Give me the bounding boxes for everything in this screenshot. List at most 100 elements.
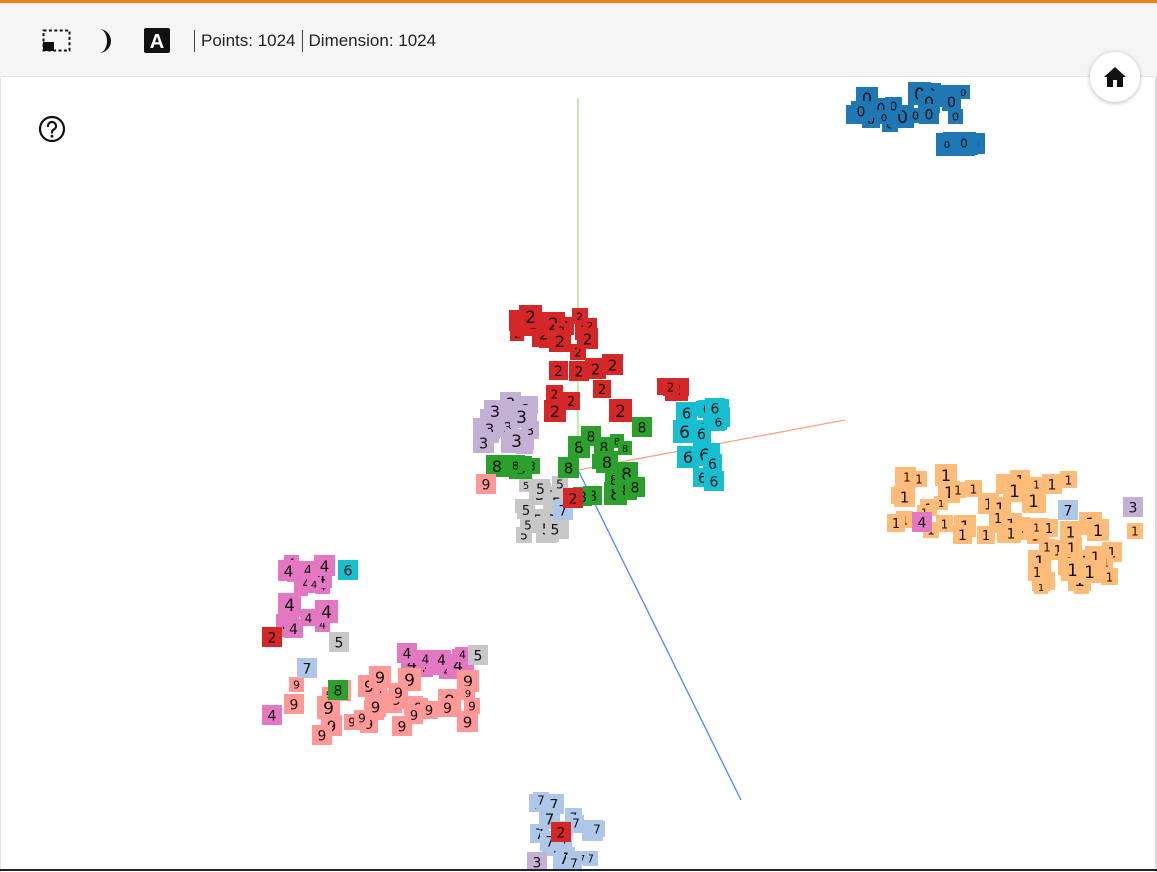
digit-point-2[interactable]: 2 <box>551 822 571 842</box>
digit-point-5[interactable]: 5 <box>531 479 550 498</box>
digit-point-1[interactable]: 1 <box>887 514 905 532</box>
digit-point-9[interactable]: 9 <box>461 686 475 700</box>
digit-point-8[interactable]: 8 <box>508 458 523 473</box>
digit-point-2[interactable]: 2 <box>563 488 583 508</box>
digit-point-6[interactable]: 6 <box>703 454 722 473</box>
digit-point-5[interactable]: 5 <box>329 632 349 652</box>
digit-point-3[interactable]: 3 <box>1123 497 1143 517</box>
digit-point-0[interactable]: 0 <box>940 137 954 151</box>
digit-point-2[interactable]: 2 <box>546 385 563 402</box>
digit-point-1[interactable]: 1 <box>899 469 915 485</box>
digit-point-9[interactable]: 9 <box>365 696 386 717</box>
digit-point-9[interactable]: 9 <box>312 725 332 745</box>
digit-point-2[interactable]: 2 <box>602 354 623 375</box>
digit-point-8[interactable]: 8 <box>625 477 645 497</box>
digit-point-6[interactable]: 6 <box>704 471 724 491</box>
digit-point-2[interactable]: 2 <box>262 627 282 647</box>
digit-point-4[interactable]: 4 <box>397 643 417 663</box>
digit-point-2[interactable]: 2 <box>549 330 571 352</box>
digit-point-3[interactable]: 3 <box>473 432 494 453</box>
digit-point-2[interactable]: 2 <box>577 328 598 349</box>
digit-point-0[interactable]: 0 <box>877 110 891 124</box>
digit-point-4[interactable]: 4 <box>417 650 434 667</box>
digit-point-4[interactable]: 4 <box>432 650 451 669</box>
digit-point-0[interactable]: 0 <box>942 92 961 111</box>
digit-point-7[interactable]: 7 <box>1058 500 1078 520</box>
digit-point-9[interactable]: 9 <box>464 698 480 714</box>
digit-point-9[interactable]: 9 <box>369 666 391 688</box>
digit-point-1[interactable]: 1 <box>1034 580 1048 594</box>
digit-point-4[interactable]: 4 <box>455 647 470 662</box>
digit-point-7[interactable]: 7 <box>566 855 582 869</box>
digit-point-1[interactable]: 1 <box>1087 519 1109 541</box>
digit-point-8[interactable]: 8 <box>632 417 652 437</box>
digit-points[interactable]: 0000000000000000000000000000000000000000… <box>262 82 1143 869</box>
digit-point-3[interactable]: 3 <box>510 405 533 428</box>
digit-point-6[interactable]: 6 <box>673 420 696 443</box>
digit-point-6[interactable]: 6 <box>705 398 725 418</box>
digit-point-2[interactable]: 2 <box>662 378 679 395</box>
digit-point-0[interactable]: 0 <box>948 109 963 124</box>
digit-point-9[interactable]: 9 <box>476 474 496 494</box>
digit-point-1[interactable]: 1 <box>1060 471 1077 488</box>
digit-point-1[interactable]: 1 <box>977 526 995 544</box>
digit-point-8[interactable]: 8 <box>596 451 618 473</box>
digit-point-5[interactable]: 5 <box>519 478 533 492</box>
digit-point-6[interactable]: 6 <box>676 402 697 423</box>
digit-point-0[interactable]: 0 <box>956 135 972 151</box>
digit-point-2[interactable]: 2 <box>549 361 568 380</box>
digit-point-4[interactable]: 4 <box>262 705 282 725</box>
digit-point-8[interactable]: 8 <box>618 441 632 455</box>
digit-point-3[interactable]: 3 <box>527 852 547 869</box>
digit-point-1[interactable]: 1 <box>1061 558 1084 581</box>
digit-point-9[interactable]: 9 <box>438 698 457 717</box>
digit-point-4[interactable]: 4 <box>307 577 321 591</box>
digit-point-1[interactable]: 1 <box>953 525 972 544</box>
digit-point-1[interactable]: 1 <box>1101 568 1118 585</box>
digit-point-3[interactable]: 3 <box>505 429 528 452</box>
night-mode-icon[interactable] <box>96 27 126 55</box>
digit-point-2[interactable]: 2 <box>569 361 589 381</box>
digit-point-1[interactable]: 1 <box>989 509 1007 527</box>
digit-point-9[interactable]: 9 <box>457 711 478 732</box>
digit-point-7[interactable]: 7 <box>589 821 605 837</box>
digit-point-1[interactable]: 1 <box>950 482 966 498</box>
digit-point-1[interactable]: 1 <box>934 496 948 510</box>
digit-point-5[interactable]: 5 <box>545 519 565 539</box>
digit-point-4[interactable]: 4 <box>314 555 335 576</box>
digit-point-4[interactable]: 4 <box>278 593 301 616</box>
digit-point-7[interactable]: 7 <box>533 792 549 808</box>
embedding-canvas[interactable]: 0000000000000000000000000000000000000000… <box>0 78 1155 869</box>
digit-point-4[interactable]: 4 <box>912 512 932 532</box>
digit-point-2[interactable]: 2 <box>593 380 611 398</box>
digit-point-0[interactable]: 0 <box>919 104 939 124</box>
digit-point-2[interactable]: 2 <box>519 305 542 328</box>
digit-point-1[interactable]: 1 <box>894 486 915 507</box>
digit-point-8[interactable]: 8 <box>328 680 348 700</box>
digit-point-1[interactable]: 1 <box>1060 521 1081 542</box>
digit-point-6[interactable]: 6 <box>338 560 358 580</box>
label-toggle-icon[interactable]: A <box>143 27 173 55</box>
digit-point-9[interactable]: 9 <box>389 683 408 702</box>
digit-point-0[interactable]: 0 <box>851 101 871 121</box>
digit-point-8[interactable]: 8 <box>486 455 508 477</box>
digit-point-5[interactable]: 5 <box>517 501 535 519</box>
digit-point-1[interactable]: 1 <box>1029 520 1044 535</box>
digit-point-2[interactable]: 2 <box>544 400 566 422</box>
digit-point-9[interactable]: 9 <box>405 706 423 724</box>
digit-point-5[interactable]: 5 <box>520 517 536 533</box>
digit-point-5[interactable]: 5 <box>468 645 488 665</box>
home-button[interactable] <box>1090 52 1140 102</box>
digit-point-2[interactable]: 2 <box>609 399 632 422</box>
help-icon[interactable] <box>38 115 66 143</box>
digit-point-4[interactable]: 4 <box>300 609 317 626</box>
digit-point-4[interactable]: 4 <box>315 600 338 623</box>
digit-point-8[interactable]: 8 <box>558 457 579 478</box>
digit-point-9[interactable]: 9 <box>284 694 304 714</box>
digit-point-4[interactable]: 4 <box>278 560 299 581</box>
digit-point-1[interactable]: 1 <box>1127 523 1143 539</box>
digit-point-1[interactable]: 1 <box>1028 563 1046 581</box>
digit-point-9[interactable]: 9 <box>289 677 304 692</box>
digit-point-1[interactable]: 1 <box>1022 489 1045 512</box>
selection-rect-icon[interactable] <box>41 27 71 55</box>
